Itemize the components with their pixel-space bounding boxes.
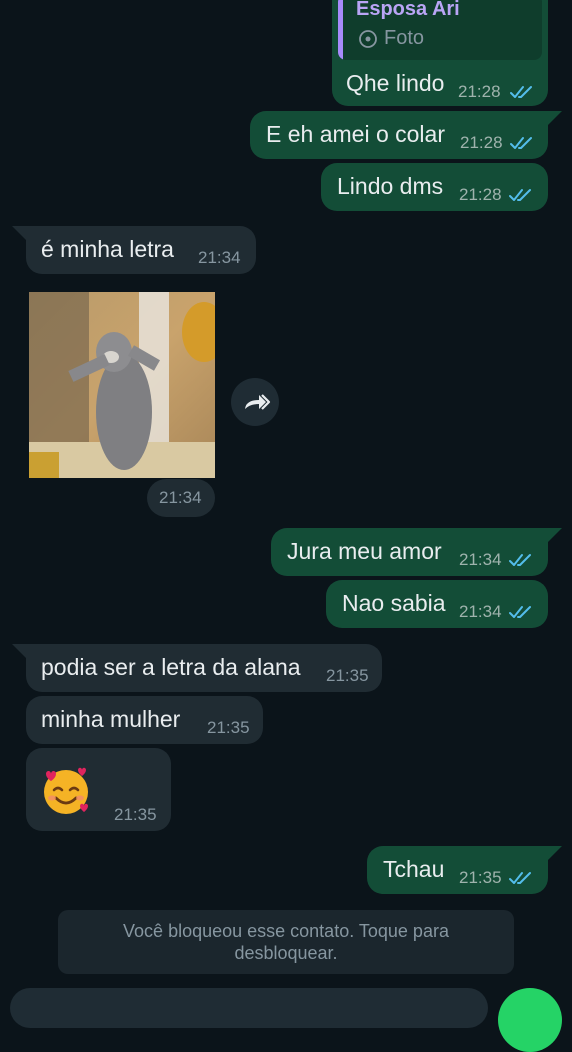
message-bubble-outgoing[interactable]: Esposa Ari Foto Qhe lindo 21:28 [332,0,548,106]
blocked-contact-notice[interactable]: Você bloqueou esse contato. Toque para d… [58,910,514,974]
message-bubble-outgoing[interactable]: Nao sabia 21:34 [326,580,548,628]
read-ticks-icon [509,187,533,208]
message-text: é minha letra [41,236,174,262]
quoted-type-label: Foto [384,27,425,49]
quoted-message[interactable]: Esposa Ari Foto [338,0,542,60]
quoted-author: Esposa Ari [356,0,460,20]
message-text: minha mulher [41,706,181,732]
camera-icon [358,29,378,54]
blocked-notice-text: Você bloqueou esse contato. Toque para d… [123,921,449,963]
read-ticks-icon [509,552,533,573]
message-text: E eh amei o colar [266,121,445,147]
quote-accent-bar [338,0,343,60]
gif-time-badge: 21:34 [147,479,215,517]
message-text: podia ser a letra da alana [41,654,301,680]
message-time: 21:28 [459,185,502,204]
bubble-tail [12,226,26,240]
message-bubble-outgoing[interactable]: E eh amei o colar 21:28 [250,111,548,159]
message-time: 21:28 [460,133,503,152]
message-time: 21:34 [198,248,241,267]
read-ticks-icon [510,135,534,156]
gif-message[interactable] [29,292,215,478]
message-bubble-outgoing[interactable]: Tchau 21:35 [367,846,548,894]
bubble-tail [548,111,562,125]
message-text: Qhe lindo [346,70,445,96]
message-bubble-incoming[interactable]: minha mulher 21:35 [26,696,263,744]
message-time: 21:34 [459,602,502,621]
message-bubble-outgoing[interactable]: Lindo dms 21:28 [321,163,548,211]
read-ticks-icon [509,870,533,891]
message-bubble-incoming[interactable]: podia ser a letra da alana 21:35 [26,644,382,692]
read-ticks-icon [509,604,533,625]
message-text: Jura meu amor [287,538,442,564]
message-text: Tchau [383,856,445,882]
bubble-tail [548,528,562,542]
gif-thumbnail [29,292,215,478]
bubble-tail [12,644,26,658]
message-time: 21:34 [459,550,502,569]
message-bubble-incoming[interactable]: 21:35 [26,748,171,831]
message-input[interactable] [10,988,488,1028]
smiling-face-with-hearts-emoji [38,762,94,823]
message-time: 21:35 [326,666,369,685]
message-time: 21:35 [114,805,157,824]
forward-icon [245,394,271,410]
message-bubble-outgoing[interactable]: Jura meu amor 21:34 [271,528,548,576]
send-button[interactable] [498,988,562,1052]
message-time: 21:28 [458,82,501,101]
message-bubble-incoming[interactable]: é minha letra 21:34 [26,226,256,274]
read-ticks-icon [510,84,534,105]
message-time: 21:35 [459,868,502,887]
message-text: Nao sabia [342,590,446,616]
message-time: 21:34 [159,488,202,507]
forward-button[interactable] [231,378,279,426]
bubble-tail [548,846,562,860]
message-text: Lindo dms [337,173,444,199]
message-time: 21:35 [207,718,250,737]
